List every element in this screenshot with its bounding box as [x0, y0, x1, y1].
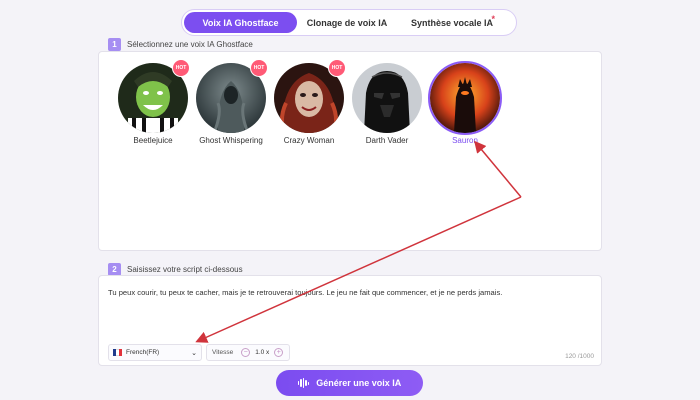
voice-card-sauron[interactable]: Sauron [426, 61, 504, 145]
generate-voice-label: Générer une voix IA [316, 378, 402, 388]
voice-card-crazy-woman[interactable]: HOT Crazy Woman [270, 59, 348, 145]
hot-badge: HOT [250, 59, 268, 77]
step1-label: Sélectionnez une voix IA Ghostface [127, 40, 253, 49]
tab-synthese-vocale[interactable]: Synthèse vocale IA * [397, 12, 507, 33]
step1-header: 1 Sélectionnez une voix IA Ghostface [108, 38, 253, 51]
script-textarea[interactable]: Tu peux courir, tu peux te cacher, mais … [108, 287, 598, 298]
hot-badge: HOT [328, 59, 346, 77]
speed-control: Vitesse − 1.0 x + [206, 344, 290, 361]
character-counter: 120 /1000 [565, 353, 594, 360]
sound-wave-icon [297, 378, 311, 388]
step1-number: 1 [108, 38, 121, 51]
voice-name: Ghost Whispering [199, 136, 263, 145]
new-marker: * [491, 14, 495, 24]
speed-increase-button[interactable]: + [274, 348, 284, 357]
sauron-avatar [428, 61, 502, 135]
tab-synthese-vocale-label: Synthèse vocale IA [410, 17, 494, 28]
hot-badge: HOT [172, 59, 190, 77]
darth-vader-avatar [352, 63, 422, 133]
voice-card-ghost-whispering[interactable]: HOT Ghost Whispering [192, 59, 270, 145]
voice-card-darth-vader[interactable]: Darth Vader [348, 63, 426, 145]
voice-name: Beetlejuice [133, 136, 173, 145]
voice-name: Sauron [452, 136, 478, 145]
speed-decrease-button[interactable]: − [241, 348, 251, 357]
voice-selection-panel: HOT Beetlejuice HOT Ghost Whispering HOT… [98, 51, 602, 251]
voice-card-beetlejuice[interactable]: HOT Beetlejuice [114, 59, 192, 145]
voice-name: Crazy Woman [283, 136, 335, 145]
speed-value: 1.0 x [255, 349, 270, 356]
speed-label: Vitesse [212, 349, 234, 356]
tab-clonage-de-voix[interactable]: Clonage de voix IA [297, 12, 397, 33]
language-value: French(FR) [126, 349, 160, 356]
voice-name: Darth Vader [365, 136, 409, 145]
french-flag-icon [113, 349, 122, 356]
language-select[interactable]: French(FR) ⌄ [108, 344, 202, 361]
tab-voix-ia-ghostface[interactable]: Voix IA Ghostface [184, 12, 297, 33]
script-panel: Tu peux courir, tu peux te cacher, mais … [98, 275, 602, 366]
chevron-down-icon: ⌄ [191, 349, 197, 357]
step2-label: Saisissez votre script ci-dessous [127, 265, 243, 274]
generate-voice-button[interactable]: Générer une voix IA [276, 370, 423, 396]
voice-mode-tabs: Voix IA Ghostface Clonage de voix IA Syn… [181, 9, 517, 36]
